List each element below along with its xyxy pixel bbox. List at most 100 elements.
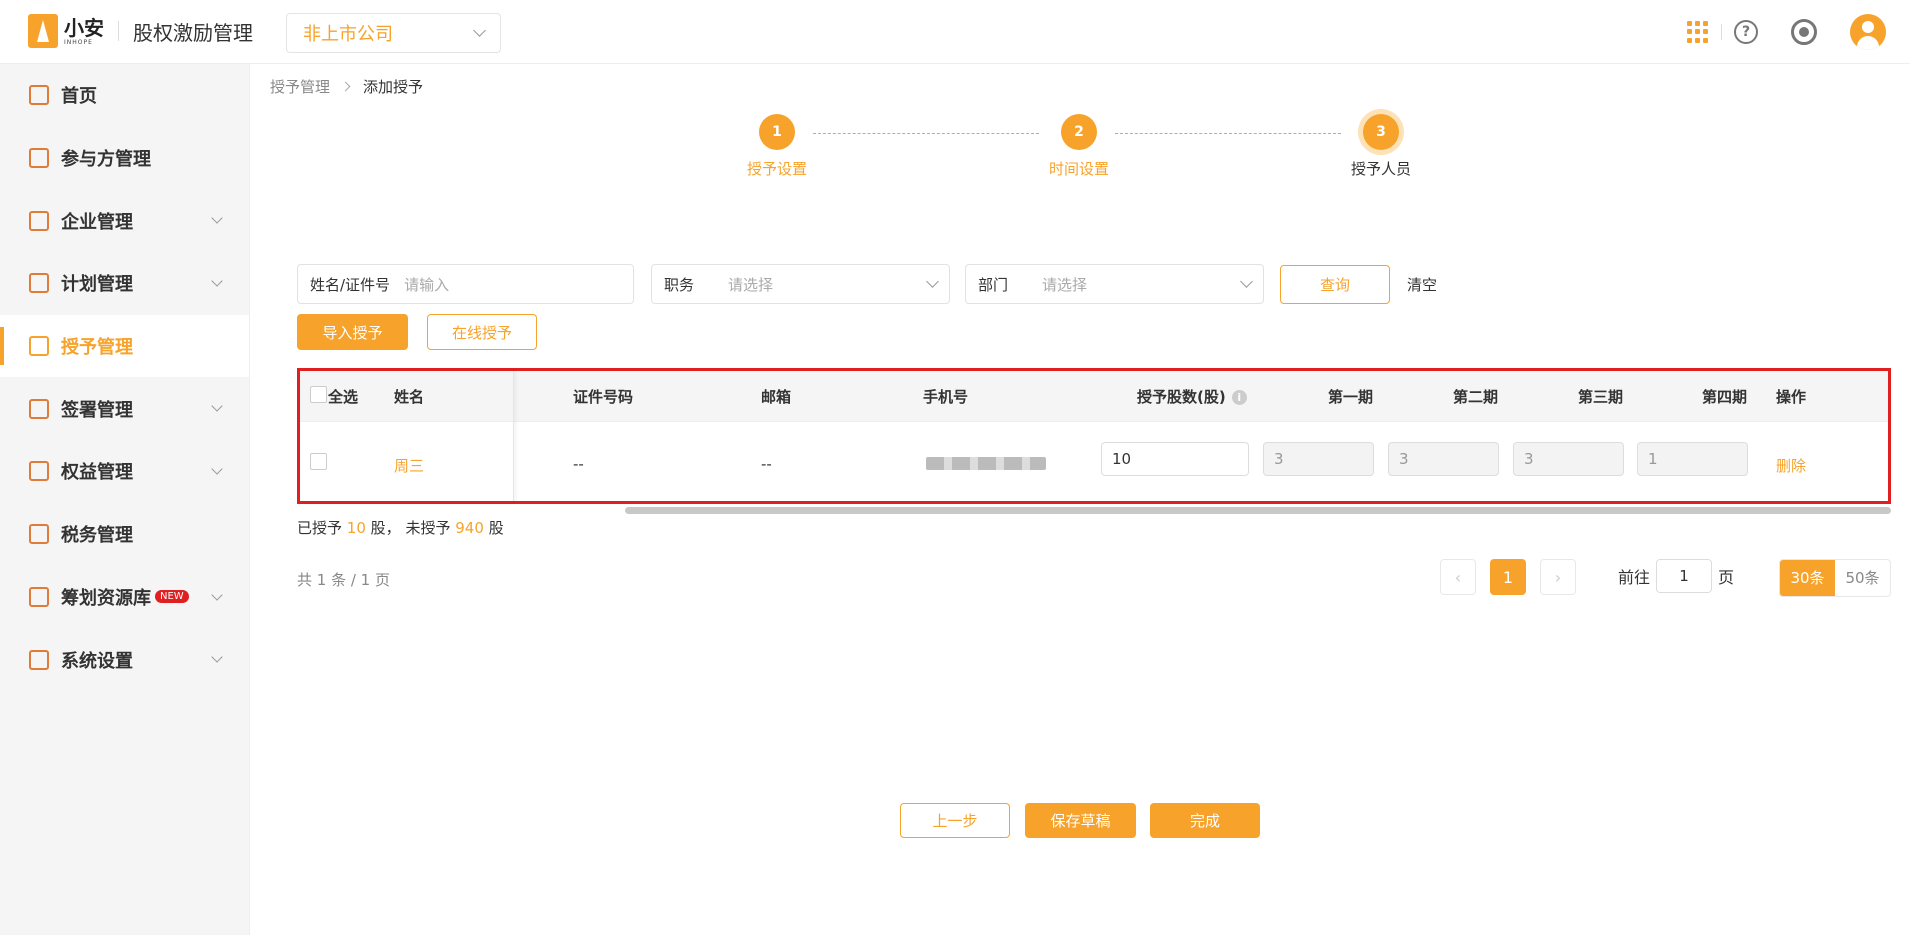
- main-content: 授予管理 添加授予 1 授予设置 2 时间设置 3 授予人员 姓名/证件号 请输…: [251, 64, 1910, 935]
- layers-icon: [29, 586, 49, 607]
- breadcrumb-parent[interactable]: 授予管理: [270, 76, 330, 97]
- row-phone-redacted: [926, 457, 1046, 470]
- header-email: 邮箱: [761, 388, 792, 406]
- sidebar-item-grant[interactable]: 授予管理: [0, 314, 249, 378]
- scrollbar-thumb[interactable]: [625, 507, 1891, 514]
- sidebar-item-enterprise[interactable]: 企业管理: [0, 189, 249, 252]
- grant-table: 全选 姓名 证件号码 邮箱 手机号 授予股数(股) i 第一期 第二期 第三期 第…: [297, 368, 1891, 504]
- sidebar-item-equity[interactable]: 权益管理: [0, 440, 249, 503]
- sidebar-item-plan[interactable]: 计划管理: [0, 252, 249, 315]
- sidebar: 首页 参与方管理 企业管理 计划管理 授予管理 签署管理 权益管理 税务管理 筹…: [0, 64, 250, 935]
- users-icon: [29, 148, 49, 169]
- shares-input[interactable]: 10: [1101, 442, 1249, 476]
- home-icon: [29, 85, 49, 106]
- finish-button[interactable]: 完成: [1150, 803, 1260, 838]
- header-id-number: 证件号码: [573, 388, 634, 406]
- page-size-30[interactable]: 30条: [1780, 560, 1835, 596]
- tax-icon: [29, 524, 49, 545]
- sidebar-item-home[interactable]: 首页: [0, 64, 249, 127]
- pagination-total: 共 1 条 / 1 页: [297, 571, 390, 589]
- company-type-select[interactable]: 非上市公司: [286, 13, 501, 53]
- period-1-input: 3: [1263, 442, 1374, 476]
- period-2-input: 3: [1388, 442, 1499, 476]
- clear-button[interactable]: 清空: [1407, 274, 1437, 295]
- pagination: ‹ 1 ›: [1440, 559, 1576, 595]
- equity-icon: [29, 461, 49, 482]
- goto-page-input[interactable]: 1: [1656, 559, 1713, 593]
- granted-count: 10: [346, 519, 366, 537]
- previous-step-button[interactable]: 上一步: [900, 803, 1010, 838]
- sign-icon: [29, 398, 49, 419]
- company-type-value: 非上市公司: [303, 24, 393, 45]
- grant-summary: 已授予 10 股， 未授予 940 股: [297, 519, 504, 537]
- sidebar-item-participants[interactable]: 参与方管理: [0, 127, 249, 190]
- query-button[interactable]: 查询: [1280, 265, 1390, 304]
- breadcrumb: 授予管理 添加授予: [270, 76, 423, 97]
- chevron-down-icon: [211, 588, 223, 601]
- header-period-2: 第二期: [1453, 388, 1499, 406]
- header-phone: 手机号: [923, 388, 969, 406]
- sidebar-item-sign[interactable]: 签署管理: [0, 377, 249, 440]
- import-grant-button[interactable]: 导入授予: [297, 314, 408, 350]
- sidebar-item-resources[interactable]: 筹划资源库 NEW: [0, 566, 249, 629]
- header-shares: 授予股数(股) i: [1137, 386, 1247, 407]
- step-3: 3 授予人员: [1321, 114, 1441, 179]
- logo-subtext: INHOPE: [64, 38, 93, 46]
- horizontal-scrollbar[interactable]: [297, 504, 1891, 516]
- grant-icon: [29, 336, 49, 357]
- next-page-button[interactable]: ›: [1540, 559, 1576, 595]
- page-size-group: 30条 50条: [1779, 559, 1891, 597]
- customer-service-icon[interactable]: [1791, 19, 1817, 45]
- user-avatar-icon[interactable]: [1850, 14, 1886, 50]
- row-name[interactable]: 周三: [394, 455, 424, 476]
- step-1: 1 授予设置: [717, 114, 837, 179]
- row-id-number: --: [573, 455, 584, 473]
- settings-icon: [29, 649, 49, 670]
- chevron-down-icon: [473, 24, 486, 37]
- header-actions: ?: [1687, 14, 1910, 50]
- online-grant-button[interactable]: 在线授予: [427, 314, 537, 350]
- sidebar-item-settings[interactable]: 系统设置: [0, 628, 249, 691]
- info-icon[interactable]: i: [1231, 390, 1247, 405]
- step-2: 2 时间设置: [1019, 114, 1139, 179]
- table-header: [300, 371, 1888, 422]
- help-icon[interactable]: ?: [1734, 20, 1758, 44]
- period-4-input: 1: [1637, 442, 1748, 476]
- row-email: --: [761, 455, 772, 473]
- logo-text: 小安: [64, 15, 104, 40]
- header-operation: 操作: [1776, 388, 1807, 406]
- header-period-3: 第三期: [1578, 388, 1624, 406]
- delete-link[interactable]: 删除: [1776, 455, 1806, 476]
- goto-page: 前往 1 页: [1618, 559, 1734, 593]
- plan-icon: [29, 273, 49, 294]
- header-select-all: 全选: [328, 388, 359, 406]
- header-period-4: 第四期: [1702, 388, 1748, 406]
- chevron-down-icon: [1240, 275, 1253, 288]
- save-draft-button[interactable]: 保存草稿: [1025, 803, 1136, 838]
- chevron-down-icon: [211, 651, 223, 663]
- sidebar-item-tax[interactable]: 税务管理: [0, 503, 249, 566]
- header-divider: [1721, 24, 1722, 40]
- logo-mark-icon: [28, 14, 58, 48]
- name-id-search-field[interactable]: 姓名/证件号 请输入: [297, 264, 634, 304]
- chevron-down-icon: [211, 212, 223, 225]
- position-select[interactable]: 职务 请选择: [651, 264, 950, 304]
- app-title: 股权激励管理: [133, 20, 253, 45]
- logo-divider: [118, 21, 119, 41]
- department-select[interactable]: 部门 请选择: [965, 264, 1264, 304]
- header-name: 姓名: [394, 388, 425, 406]
- step-connector: [1115, 133, 1341, 134]
- breadcrumb-current: 添加授予: [363, 78, 424, 96]
- select-all-checkbox[interactable]: [310, 386, 327, 403]
- top-header: 小安 INHOPE 股权激励管理 非上市公司 ?: [0, 0, 1910, 64]
- logo[interactable]: 小安 INHOPE 股权激励管理: [28, 14, 253, 48]
- apps-grid-icon[interactable]: [1687, 21, 1709, 43]
- page-size-50[interactable]: 50条: [1835, 560, 1890, 596]
- page-button[interactable]: 1: [1490, 559, 1526, 595]
- name-id-input[interactable]: 请输入: [404, 274, 621, 295]
- row-checkbox[interactable]: [310, 453, 327, 470]
- enterprise-icon: [29, 210, 49, 231]
- period-3-input: 3: [1513, 442, 1624, 476]
- prev-page-button[interactable]: ‹: [1440, 559, 1476, 595]
- chevron-down-icon: [926, 275, 939, 288]
